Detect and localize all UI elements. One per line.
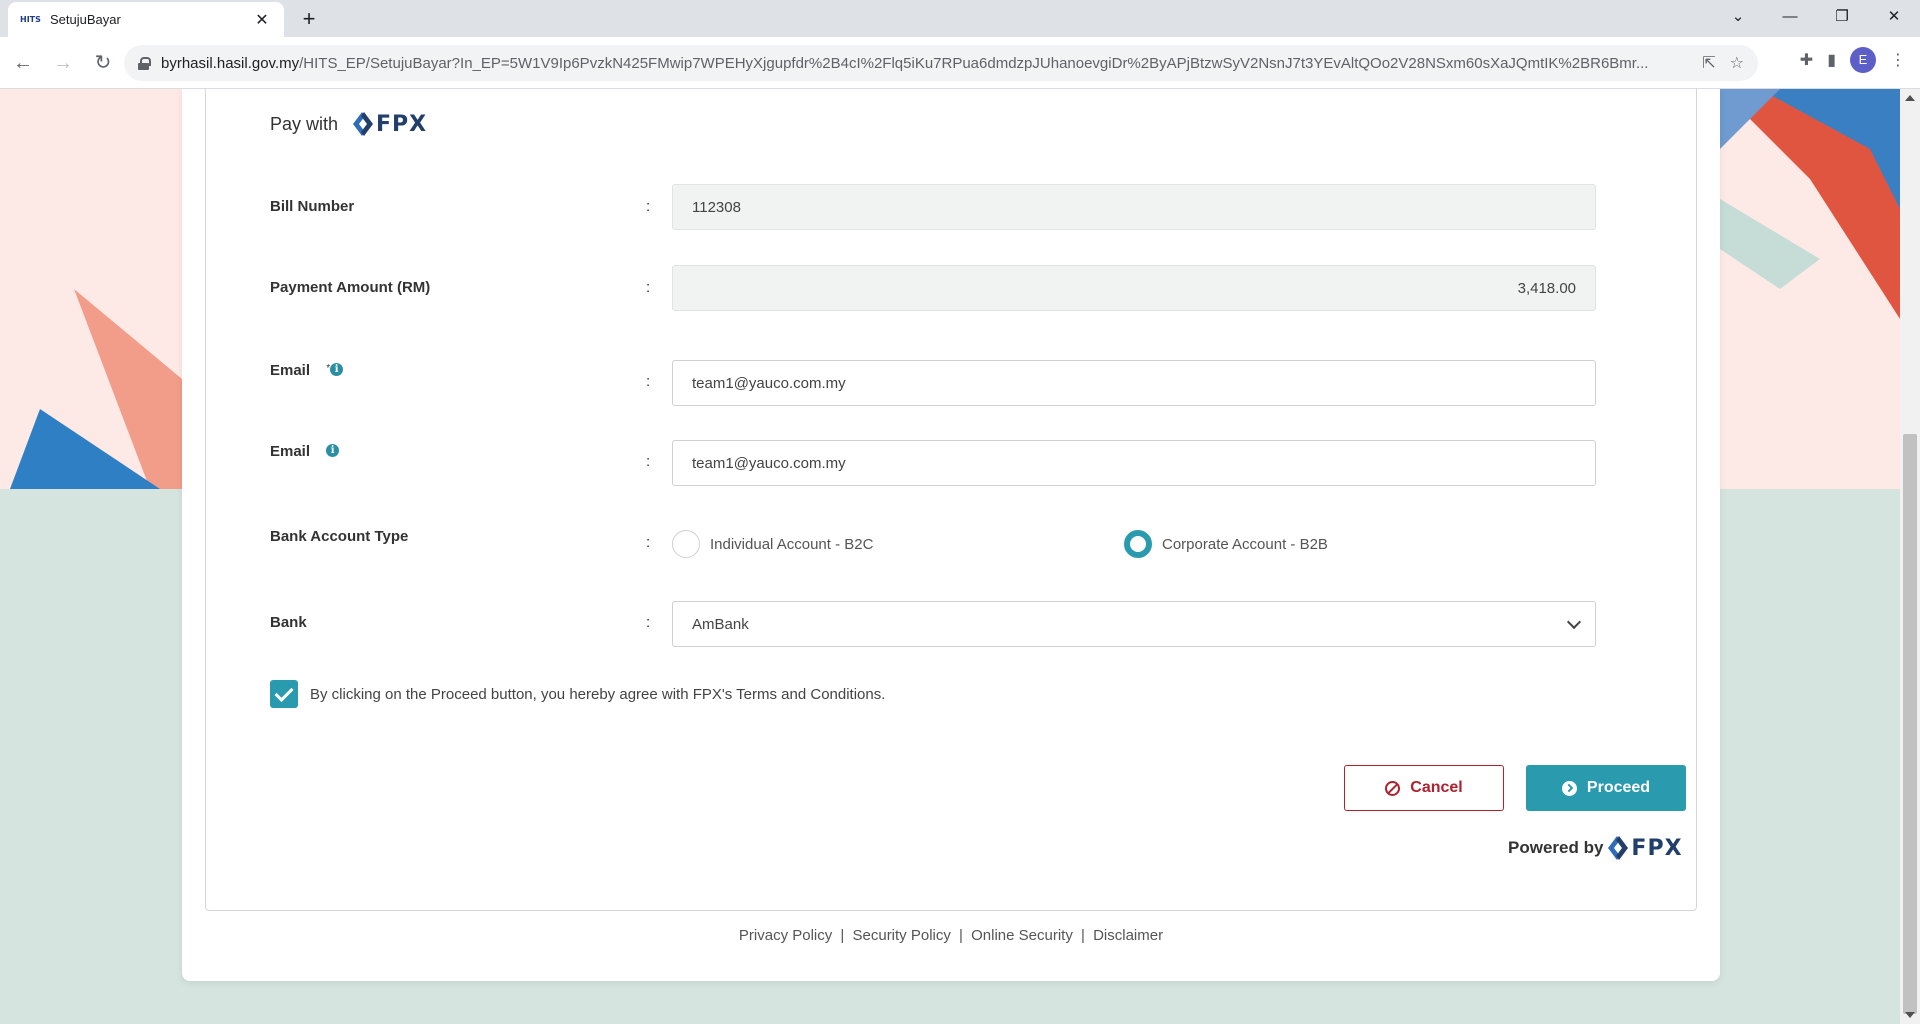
- close-tab-icon[interactable]: ✕: [252, 10, 272, 30]
- colon: :: [646, 198, 651, 215]
- cancel-button-label: Cancel: [1410, 779, 1463, 796]
- colon: :: [646, 453, 651, 470]
- decorative-left-shapes: [10, 289, 182, 489]
- radio-label-corporate: Corporate Account - B2B: [1162, 535, 1328, 553]
- email-label-row: Email * i: [270, 362, 344, 379]
- radio-checked-icon[interactable]: [1124, 530, 1152, 558]
- back-icon[interactable]: ←: [6, 46, 40, 80]
- email-confirm-label-row: Email i: [270, 443, 340, 460]
- agreement-text: By clicking on the Proceed button, you h…: [310, 685, 693, 703]
- email-input[interactable]: [692, 374, 1576, 392]
- bill-number-label: Bill Number: [270, 198, 355, 215]
- address-bar[interactable]: byrhasil.hasil.gov.my/HITS_EP/SetujuBaya…: [124, 45, 1758, 81]
- side-panel-icon[interactable]: ▮: [1827, 50, 1836, 70]
- more-menu-icon[interactable]: ⋮: [1890, 50, 1906, 70]
- bill-number-field: 112308: [672, 184, 1596, 230]
- email-input-field[interactable]: [672, 360, 1596, 406]
- restore-icon[interactable]: ❐: [1816, 0, 1868, 34]
- fpx-logo: FPX: [1607, 835, 1682, 861]
- terms-agreement: By clicking on the Proceed button, you h…: [270, 680, 885, 708]
- page-viewport: Pay with FPX Bill Number : 112308 Paymen…: [0, 89, 1900, 1024]
- bookmark-star-icon[interactable]: ☆: [1730, 53, 1744, 73]
- fpx-logo-icon: [353, 112, 374, 136]
- extensions-puzzle-icon[interactable]: ✚: [1800, 50, 1813, 70]
- email-confirm-label: Email: [270, 443, 311, 460]
- forward-icon[interactable]: →: [46, 46, 80, 80]
- new-tab-icon[interactable]: +: [296, 6, 322, 32]
- minimize-icon[interactable]: —: [1764, 0, 1816, 34]
- payment-amount-field: 3,418.00: [672, 265, 1596, 311]
- url-path: /HITS_EP/SetujuBayar?In_EP=5W1V9Ip6PvzkN…: [299, 54, 1649, 72]
- reload-icon[interactable]: ↻: [86, 46, 120, 80]
- agreement-text-end: .: [881, 685, 886, 703]
- bank-selected-value: AmBank: [692, 615, 749, 633]
- page-scrollbar[interactable]: [1900, 89, 1920, 1024]
- radio-label-individual: Individual Account - B2C: [710, 535, 874, 553]
- chevron-down-icon: [1566, 614, 1582, 630]
- payment-card: Pay with FPX Bill Number : 112308 Paymen…: [182, 89, 1720, 981]
- pay-with-header: Pay with FPX: [270, 111, 427, 137]
- cancel-icon: [1385, 780, 1401, 796]
- radio-individual-account[interactable]: Individual Account - B2C: [672, 530, 873, 558]
- colon: :: [646, 534, 651, 551]
- info-icon[interactable]: i: [330, 363, 344, 376]
- browser-tab-strip: HITS SetujuBayar ✕ + ⌄ — ❐ ✕: [0, 0, 1920, 37]
- terms-checkbox[interactable]: [270, 680, 298, 708]
- powered-by-fpx: Powered by FPX: [1508, 835, 1683, 861]
- scrollbar-thumb[interactable]: [1903, 434, 1917, 1014]
- url-text[interactable]: byrhasil.hasil.gov.my/HITS_EP/SetujuBaya…: [161, 55, 1692, 72]
- site-favicon-icon: HITS: [20, 15, 41, 24]
- scroll-up-icon[interactable]: [1905, 95, 1915, 101]
- proceed-button-label: Proceed: [1586, 779, 1651, 796]
- fpx-logo: FPX: [352, 111, 427, 137]
- lock-icon[interactable]: [138, 56, 151, 70]
- footer-separator: |: [840, 927, 845, 944]
- decorative-right-shapes: [1720, 89, 1900, 319]
- tab-search-icon[interactable]: ⌄: [1712, 0, 1764, 34]
- fpx-logo-icon: [1608, 836, 1629, 860]
- cancel-button[interactable]: Cancel: [1344, 765, 1504, 811]
- bank-account-type-label: Bank Account Type: [270, 528, 409, 545]
- powered-by-label: Powered by: [1508, 838, 1604, 857]
- bank-select[interactable]: AmBank: [672, 601, 1596, 647]
- scroll-down-icon[interactable]: [1905, 1012, 1915, 1018]
- disclaimer-link[interactable]: Disclaimer: [1093, 927, 1163, 944]
- payment-form: Pay with FPX Bill Number : 112308 Paymen…: [205, 89, 1697, 911]
- close-window-icon[interactable]: ✕: [1868, 0, 1920, 34]
- footer-separator: |: [959, 927, 963, 944]
- privacy-policy-link[interactable]: Privacy Policy: [739, 927, 832, 944]
- email-confirm-input-field[interactable]: [672, 440, 1596, 486]
- pay-with-label: Pay with: [270, 113, 339, 134]
- payment-amount-label: Payment Amount (RM): [270, 279, 431, 296]
- proceed-arrow-icon: [1561, 780, 1577, 796]
- bank-label: Bank: [270, 614, 307, 631]
- colon: :: [646, 279, 651, 296]
- footer-links: Privacy Policy | Security Policy | Onlin…: [182, 927, 1720, 944]
- window-controls: ⌄ — ❐ ✕: [1712, 0, 1920, 34]
- browser-tab[interactable]: HITS SetujuBayar ✕: [8, 2, 284, 37]
- colon: :: [646, 373, 651, 390]
- tab-title: SetujuBayar: [50, 12, 121, 27]
- online-security-link[interactable]: Online Security: [971, 927, 1073, 944]
- security-policy-link[interactable]: Security Policy: [853, 927, 951, 944]
- payment-amount-value: 3,418.00: [1517, 279, 1576, 297]
- footer-separator: |: [1081, 927, 1085, 944]
- radio-unchecked-icon[interactable]: [672, 530, 700, 558]
- email-label: Email: [270, 362, 311, 379]
- terms-link[interactable]: FPX's Terms and Conditions: [693, 686, 882, 703]
- info-icon[interactable]: i: [326, 444, 340, 457]
- browser-toolbar: ← → ↻ byrhasil.hasil.gov.my/HITS_EP/Setu…: [0, 37, 1920, 89]
- bill-number-value: 112308: [692, 198, 741, 216]
- radio-corporate-account[interactable]: Corporate Account - B2B: [1124, 530, 1328, 558]
- fpx-logo-text: FPX: [376, 111, 428, 137]
- profile-avatar[interactable]: E: [1850, 47, 1876, 73]
- proceed-button[interactable]: Proceed: [1526, 765, 1686, 811]
- url-host: byrhasil.hasil.gov.my: [161, 54, 300, 72]
- share-icon[interactable]: ⇱: [1702, 53, 1715, 73]
- colon: :: [646, 614, 651, 631]
- email-confirm-input[interactable]: [692, 454, 1576, 472]
- fpx-logo-text: FPX: [1631, 835, 1683, 861]
